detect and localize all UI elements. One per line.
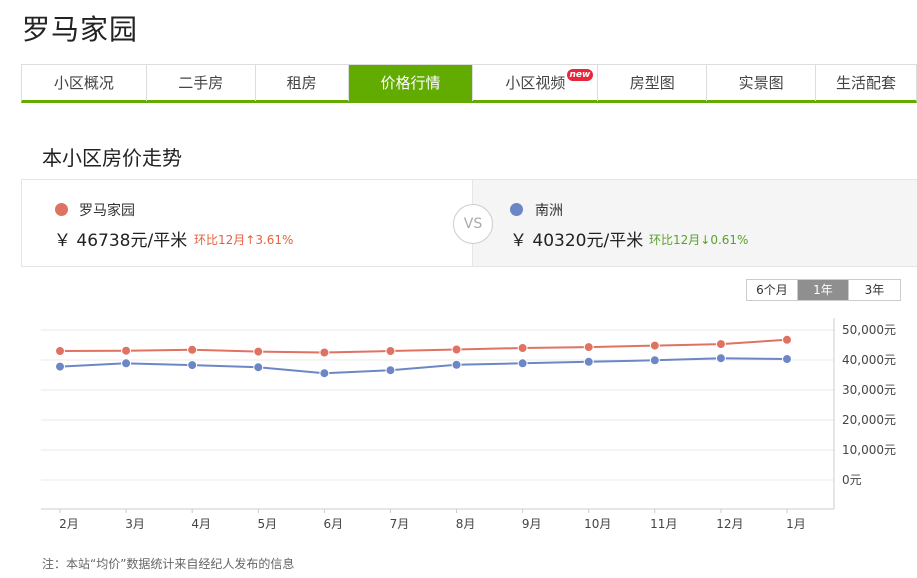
data-point-1 (319, 347, 330, 358)
y-tick-label: 40,000元 (842, 353, 896, 367)
x-tick-label: 8月 (456, 517, 476, 531)
series-line-2 (59, 357, 788, 375)
range-6-months-button[interactable]: 6个月 (747, 280, 798, 300)
tab-label: 房型图 (629, 74, 675, 92)
left-estate-name: 罗马家园 (79, 203, 135, 219)
data-point-2 (253, 362, 264, 373)
tab-label: 价格行情 (380, 74, 441, 92)
x-tick-label: 11月 (650, 517, 677, 531)
data-point-1 (121, 345, 132, 356)
x-tick-label: 12月 (716, 517, 743, 531)
tab-label: 生活配套 (836, 74, 897, 92)
y-tick-label: 10,000元 (842, 443, 896, 457)
range-1-year-button[interactable]: 1年 (798, 280, 849, 300)
data-point-1 (253, 346, 264, 357)
x-tick-label: 3月 (125, 517, 145, 531)
right-estate-name: 南洲 (535, 203, 563, 219)
time-range-selector: 6个月 1年 3年 (746, 279, 901, 301)
footnote: 注：本站“均价”数据统计来自经纪人发布的信息 (42, 557, 295, 571)
data-point-2 (517, 358, 528, 369)
y-tick-label: 30,000元 (842, 383, 896, 397)
tab-label: 小区概况 (53, 74, 114, 92)
page-title: 罗马家园 (22, 13, 139, 46)
new-badge: new (566, 69, 594, 81)
right-change: 环比12月↓0.61% (649, 233, 749, 247)
x-tick-label: 1月 (786, 517, 806, 531)
y-tick-label: 50,000元 (842, 323, 896, 337)
right-price: ￥ 40320元/平米 (510, 231, 644, 251)
data-point-2 (782, 354, 792, 365)
x-tick-label: 9月 (522, 517, 542, 531)
tab-label: 租房 (286, 74, 317, 92)
data-point-2 (649, 355, 660, 366)
price-compare-panel: 罗马家园 ￥ 46738元/平米 环比12月↑3.61% 南洲 ￥ 40320元… (21, 179, 917, 267)
data-point-2 (187, 360, 198, 371)
data-point-2 (451, 359, 462, 370)
data-point-1 (385, 346, 396, 356)
series-line-1 (59, 338, 788, 354)
data-point-2 (319, 368, 330, 379)
data-point-2 (55, 361, 65, 372)
tab-rental[interactable]: 租房 (256, 65, 349, 101)
x-tick-label: 4月 (191, 517, 211, 531)
tab-bar: 小区概况 二手房 租房 价格行情 小区视频 new 房型图 实景图 生活配套 (21, 64, 917, 103)
range-3-years-button[interactable]: 3年 (849, 280, 900, 300)
x-tick-label: 7月 (390, 517, 410, 531)
left-change: 环比12月↑3.61% (194, 233, 294, 247)
tab-price-trend[interactable]: 价格行情 (348, 65, 474, 101)
data-point-2 (385, 365, 396, 376)
tab-photos[interactable]: 实景图 (707, 65, 817, 101)
data-point-2 (121, 358, 132, 369)
compare-right: 南洲 ￥ 40320元/平米 环比12月↓0.61% (473, 180, 917, 266)
tab-video[interactable]: 小区视频 new (473, 65, 599, 101)
series-dot-icon (55, 203, 68, 216)
tab-label: 实景图 (738, 74, 784, 92)
data-point-2 (583, 356, 594, 367)
data-point-1 (715, 339, 726, 350)
x-tick-label: 5月 (257, 517, 277, 531)
x-tick-label: 10月 (584, 517, 611, 531)
data-point-2 (715, 353, 726, 364)
tab-floorplan[interactable]: 房型图 (598, 65, 708, 101)
compare-left: 罗马家园 ￥ 46738元/平米 环比12月↑3.61% (22, 180, 473, 266)
tab-amenities[interactable]: 生活配套 (816, 65, 916, 101)
tab-overview[interactable]: 小区概况 (22, 65, 147, 101)
data-point-1 (782, 334, 792, 345)
y-tick-label: 20,000元 (842, 413, 896, 427)
x-tick-label: 6月 (324, 517, 344, 531)
tab-label: 小区视频 (505, 74, 566, 92)
left-price: ￥ 46738元/平米 (54, 231, 188, 251)
data-point-1 (517, 343, 528, 353)
data-point-1 (451, 344, 462, 355)
tab-second-hand[interactable]: 二手房 (147, 65, 256, 101)
data-point-1 (55, 346, 65, 356)
data-point-1 (583, 342, 594, 353)
data-point-1 (187, 344, 198, 355)
x-tick-label: 2月 (59, 517, 79, 531)
data-point-1 (649, 340, 660, 351)
y-tick-label: 0元 (842, 473, 862, 487)
section-title: 本小区房价走势 (42, 146, 182, 170)
vs-badge: VS (453, 204, 493, 244)
series-dot-icon (510, 203, 523, 216)
tab-label: 二手房 (178, 74, 224, 92)
